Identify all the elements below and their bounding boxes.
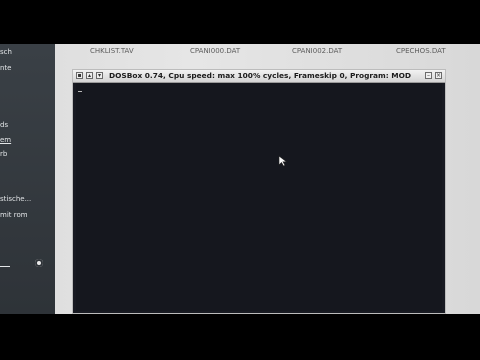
side-item-rb[interactable]: rb	[0, 150, 7, 158]
letterbox-bottom	[0, 314, 480, 360]
side-item-em[interactable]: em	[0, 136, 11, 144]
side-knob[interactable]	[35, 259, 43, 267]
minimize-icon[interactable]: –	[425, 72, 432, 79]
text-cursor	[78, 91, 82, 92]
screen: sch nte ds em rb stische... mit rom CHKL…	[0, 44, 480, 314]
mouse-pointer-icon	[278, 155, 288, 167]
desktop-file-cpechos[interactable]: CPECHOS.DAT	[396, 47, 446, 55]
dosbox-window: ▪ ▴ ▾ DOSBox 0.74, Cpu speed: max 100% c…	[72, 69, 446, 314]
desktop-file-cpani002[interactable]: CPANI002.DAT	[292, 47, 342, 55]
window-menu-icon[interactable]: ▪	[76, 72, 83, 79]
side-panel: sch nte ds em rb stische... mit rom	[0, 44, 55, 314]
sticky-icon[interactable]: ▾	[96, 72, 103, 79]
close-icon[interactable]: ×	[435, 72, 442, 79]
side-item-ds[interactable]: ds	[0, 121, 8, 129]
dosbox-titlebar[interactable]: ▪ ▴ ▾ DOSBox 0.74, Cpu speed: max 100% c…	[73, 70, 445, 83]
letterbox-top	[0, 0, 480, 44]
side-item-mit-rom[interactable]: mit rom	[0, 211, 28, 219]
dosbox-title: DOSBox 0.74, Cpu speed: max 100% cycles,…	[109, 71, 412, 80]
shade-icon[interactable]: ▴	[86, 72, 93, 79]
side-item-sch[interactable]: sch	[0, 48, 12, 56]
side-slider[interactable]	[0, 266, 10, 267]
desktop-file-chklist[interactable]: CHKLIST.TAV	[90, 47, 134, 55]
side-item-nte[interactable]: nte	[0, 64, 12, 72]
desktop-file-cpani000[interactable]: CPANI000.DAT	[190, 47, 240, 55]
dosbox-display[interactable]	[76, 83, 442, 311]
side-item-stische[interactable]: stische...	[0, 195, 31, 203]
